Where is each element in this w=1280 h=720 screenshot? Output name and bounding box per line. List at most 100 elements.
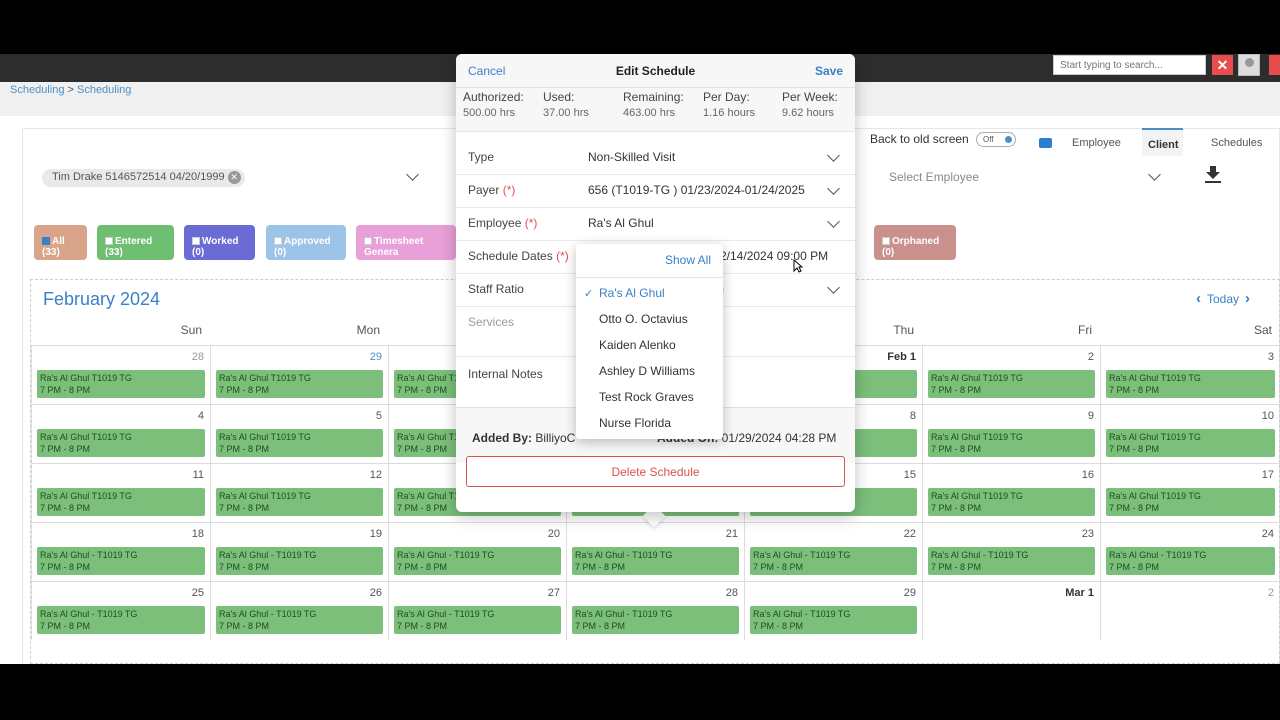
calendar-day-cell[interactable]: 18 Ra's Al Ghul - T1019 TG 7 PM - 8 PM: [31, 522, 210, 581]
calendar-day-cell[interactable]: 2: [1100, 581, 1280, 640]
day-number: 11: [192, 469, 204, 481]
tab-schedules[interactable]: Schedules: [1205, 128, 1266, 156]
cancel-button[interactable]: Cancel: [468, 64, 505, 78]
schedule-event[interactable]: Ra's Al Ghul - T1019 TG 7 PM - 8 PM: [394, 547, 561, 575]
calendar-day-cell[interactable]: 29 Ra's Al Ghul T1019 TG 7 PM - 8 PM: [210, 345, 388, 404]
calendar-day-cell[interactable]: 10 Ra's Al Ghul T1019 TG 7 PM - 8 PM: [1100, 404, 1280, 463]
chip-remove-icon[interactable]: ✕: [227, 171, 241, 184]
calendar-day-cell[interactable]: 29 Ra's Al Ghul - T1019 TG 7 PM - 8 PM: [744, 581, 922, 640]
filter-chip[interactable]: Orphaned (0): [874, 225, 956, 260]
schedule-event[interactable]: Ra's Al Ghul T1019 TG 7 PM - 8 PM: [216, 370, 383, 398]
event-time: 7 PM - 8 PM: [40, 562, 91, 572]
filter-checkbox[interactable]: [192, 237, 200, 245]
schedule-event[interactable]: Ra's Al Ghul - T1019 TG 7 PM - 8 PM: [37, 606, 205, 634]
tab-client[interactable]: Client: [1142, 128, 1183, 156]
schedule-event[interactable]: Ra's Al Ghul - T1019 TG 7 PM - 8 PM: [750, 547, 917, 575]
schedule-event[interactable]: Ra's Al Ghul T1019 TG 7 PM - 8 PM: [1106, 370, 1275, 398]
calendar-day-cell[interactable]: Mar 1: [922, 581, 1100, 640]
type-row[interactable]: Type Non-Skilled Visit: [456, 142, 855, 175]
calendar-day-cell[interactable]: 28 Ra's Al Ghul T1019 TG 7 PM - 8 PM: [31, 345, 210, 404]
schedule-event[interactable]: Ra's Al Ghul T1019 TG 7 PM - 8 PM: [216, 429, 383, 457]
calendar-day-cell[interactable]: 26 Ra's Al Ghul - T1019 TG 7 PM - 8 PM: [210, 581, 388, 640]
save-button[interactable]: Save: [815, 64, 843, 78]
schedule-event[interactable]: Ra's Al Ghul T1019 TG 7 PM - 8 PM: [1106, 488, 1275, 516]
calendar-day-cell[interactable]: 11 Ra's Al Ghul T1019 TG 7 PM - 8 PM: [31, 463, 210, 522]
calendar-day-cell[interactable]: 24 Ra's Al Ghul - T1019 TG 7 PM - 8 PM: [1100, 522, 1280, 581]
next-month-icon[interactable]: ›: [1239, 290, 1256, 307]
calendar-day-cell[interactable]: 16 Ra's Al Ghul T1019 TG 7 PM - 8 PM: [922, 463, 1100, 522]
hours-stat: Per Day: 1.16 hours: [703, 90, 755, 119]
schedule-event[interactable]: Ra's Al Ghul - T1019 TG 7 PM - 8 PM: [1106, 547, 1275, 575]
show-all-link[interactable]: Show All: [665, 253, 711, 267]
prev-month-icon[interactable]: ‹: [1190, 290, 1207, 307]
filter-checkbox[interactable]: [105, 237, 113, 245]
calendar-day-cell[interactable]: 22 Ra's Al Ghul - T1019 TG 7 PM - 8 PM: [744, 522, 922, 581]
calendar-day-cell[interactable]: 9 Ra's Al Ghul T1019 TG 7 PM - 8 PM: [922, 404, 1100, 463]
filter-chip[interactable]: Timesheet Genera: [356, 225, 456, 260]
calendar-day-cell[interactable]: 17 Ra's Al Ghul T1019 TG 7 PM - 8 PM: [1100, 463, 1280, 522]
employee-select[interactable]: Select Employee: [889, 170, 979, 184]
schedule-event[interactable]: Ra's Al Ghul - T1019 TG 7 PM - 8 PM: [37, 547, 205, 575]
tab-employee[interactable]: Employee: [1066, 128, 1125, 156]
download-icon[interactable]: [1203, 164, 1223, 184]
schedule-event[interactable]: Ra's Al Ghul T1019 TG 7 PM - 8 PM: [928, 370, 1095, 398]
video-icon[interactable]: [1039, 138, 1052, 148]
schedule-event[interactable]: Ra's Al Ghul - T1019 TG 7 PM - 8 PM: [216, 547, 383, 575]
calendar-day-cell[interactable]: 23 Ra's Al Ghul - T1019 TG 7 PM - 8 PM: [922, 522, 1100, 581]
schedule-event[interactable]: Ra's Al Ghul T1019 TG 7 PM - 8 PM: [928, 488, 1095, 516]
toggle-knob: [1005, 136, 1012, 143]
filter-checkbox[interactable]: [882, 237, 890, 245]
employee-option[interactable]: Nurse Florida: [599, 416, 671, 430]
schedule-event[interactable]: Ra's Al Ghul - T1019 TG 7 PM - 8 PM: [750, 606, 917, 634]
calendar-day-cell[interactable]: 12 Ra's Al Ghul T1019 TG 7 PM - 8 PM: [210, 463, 388, 522]
breadcrumb-link[interactable]: Scheduling: [10, 84, 64, 96]
employee-option[interactable]: Ashley D Williams: [599, 364, 695, 378]
hours-stat: Used: 37.00 hrs: [543, 90, 589, 119]
schedule-event[interactable]: Ra's Al Ghul - T1019 TG 7 PM - 8 PM: [216, 606, 383, 634]
delete-schedule-button[interactable]: Delete Schedule: [466, 456, 845, 487]
employee-row[interactable]: Employee (*) Ra's Al Ghul: [456, 208, 855, 241]
schedule-event[interactable]: Ra's Al Ghul - T1019 TG 7 PM - 8 PM: [928, 547, 1095, 575]
filter-chip[interactable]: Approved (0): [266, 225, 346, 260]
schedule-event[interactable]: Ra's Al Ghul T1019 TG 7 PM - 8 PM: [216, 488, 383, 516]
calendar-day-cell[interactable]: 27 Ra's Al Ghul - T1019 TG 7 PM - 8 PM: [388, 581, 566, 640]
schedule-event[interactable]: Ra's Al Ghul - T1019 TG 7 PM - 8 PM: [572, 547, 739, 575]
employee-option[interactable]: Test Rock Graves: [599, 390, 694, 404]
global-search-input[interactable]: [1053, 55, 1206, 75]
employee-option[interactable]: Otto O. Octavius: [599, 312, 688, 326]
calendar-day-cell[interactable]: 28 Ra's Al Ghul - T1019 TG 7 PM - 8 PM: [566, 581, 744, 640]
filter-checkbox[interactable]: [274, 237, 282, 245]
user-avatar[interactable]: [1238, 54, 1260, 76]
event-title: Ra's Al Ghul - T1019 TG: [40, 609, 138, 619]
filter-chip[interactable]: Entered (33): [97, 225, 174, 260]
calendar-day-cell[interactable]: 2 Ra's Al Ghul T1019 TG 7 PM - 8 PM: [922, 345, 1100, 404]
calendar-day-cell[interactable]: 3 Ra's Al Ghul T1019 TG 7 PM - 8 PM: [1100, 345, 1280, 404]
schedule-event[interactable]: Ra's Al Ghul T1019 TG 7 PM - 8 PM: [928, 429, 1095, 457]
calendar-day-cell[interactable]: 21 Ra's Al Ghul - T1019 TG 7 PM - 8 PM: [566, 522, 744, 581]
menu-button[interactable]: [1269, 55, 1280, 75]
fullscreen-close-icon[interactable]: ✕: [1212, 55, 1233, 75]
added-by-value: BilliyoC: [535, 431, 576, 445]
type-label: Type: [468, 150, 495, 164]
calendar-day-cell[interactable]: 25 Ra's Al Ghul - T1019 TG 7 PM - 8 PM: [31, 581, 210, 640]
calendar-day-cell[interactable]: 4 Ra's Al Ghul T1019 TG 7 PM - 8 PM: [31, 404, 210, 463]
schedule-event[interactable]: Ra's Al Ghul T1019 TG 7 PM - 8 PM: [1106, 429, 1275, 457]
client-select-chip[interactable]: Tim Drake 5146572514 04/20/1999 ✕: [42, 169, 245, 187]
filter-chip[interactable]: Worked (0): [184, 225, 255, 260]
old-screen-toggle[interactable]: Off: [976, 132, 1016, 147]
schedule-event[interactable]: Ra's Al Ghul T1019 TG 7 PM - 8 PM: [37, 429, 205, 457]
schedule-event[interactable]: Ra's Al Ghul - T1019 TG 7 PM - 8 PM: [572, 606, 739, 634]
today-button[interactable]: Today: [1207, 292, 1239, 306]
calendar-day-cell[interactable]: 5 Ra's Al Ghul T1019 TG 7 PM - 8 PM: [210, 404, 388, 463]
schedule-event[interactable]: Ra's Al Ghul T1019 TG 7 PM - 8 PM: [37, 488, 205, 516]
filter-checkbox[interactable]: [364, 237, 372, 245]
employee-option[interactable]: Ra's Al Ghul: [599, 286, 665, 300]
calendar-day-cell[interactable]: 19 Ra's Al Ghul - T1019 TG 7 PM - 8 PM: [210, 522, 388, 581]
employee-option[interactable]: Kaiden Alenko: [599, 338, 676, 352]
payer-row[interactable]: Payer (*) 656 (T1019-TG ) 01/23/2024-01/…: [456, 175, 855, 208]
filter-chip[interactable]: All (33): [34, 225, 87, 260]
filter-checkbox[interactable]: [42, 237, 50, 245]
calendar-day-cell[interactable]: 20 Ra's Al Ghul - T1019 TG 7 PM - 8 PM: [388, 522, 566, 581]
schedule-event[interactable]: Ra's Al Ghul - T1019 TG 7 PM - 8 PM: [394, 606, 561, 634]
schedule-event[interactable]: Ra's Al Ghul T1019 TG 7 PM - 8 PM: [37, 370, 205, 398]
